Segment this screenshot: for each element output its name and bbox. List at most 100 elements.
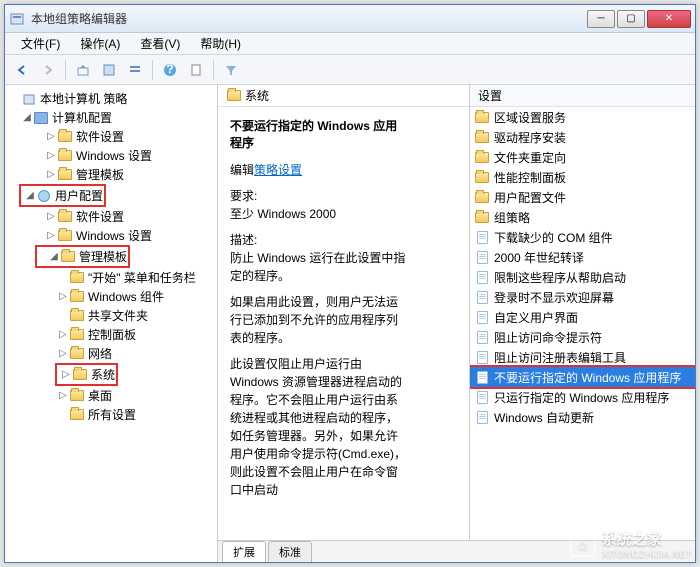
help-icon[interactable]: ? xyxy=(159,59,181,81)
settings-item-label: 组策略 xyxy=(494,209,530,226)
edit-line: 编辑策略设置 xyxy=(230,161,406,179)
tree-system[interactable]: ▷ 系统 xyxy=(58,365,115,384)
folder-icon xyxy=(57,149,73,163)
folder-icon xyxy=(69,309,85,323)
document-icon xyxy=(474,410,490,424)
back-button[interactable] xyxy=(11,59,33,81)
window-buttons: ─ ▢ ✕ xyxy=(587,10,691,28)
tree-pane[interactable]: 本地计算机 策略 ◢计算机配置 ▷软件设置 ▷Windows 设置 ▷管理模板 … xyxy=(5,85,218,562)
tree-win-components[interactable]: ▷Windows 组件 xyxy=(7,287,215,306)
properties-icon[interactable] xyxy=(185,59,207,81)
close-button[interactable]: ✕ xyxy=(647,10,691,28)
toolbar: ? xyxy=(5,55,695,85)
document-icon xyxy=(474,350,490,364)
tree-desktop[interactable]: ▷ 桌面 xyxy=(7,386,215,405)
settings-item[interactable]: 只运行指定的 Windows 应用程序 xyxy=(470,387,695,407)
tab-extended[interactable]: 扩展 xyxy=(222,541,266,562)
menu-file[interactable]: 文件(F) xyxy=(11,33,70,54)
settings-item[interactable]: 登录时不显示欢迎屏幕 xyxy=(470,287,695,307)
settings-item[interactable]: 用户配置文件 xyxy=(470,187,695,207)
expand-icon[interactable]: ▷ xyxy=(45,131,57,142)
expand-icon[interactable]: ▷ xyxy=(57,329,69,340)
settings-item[interactable]: 文件夹重定向 xyxy=(470,147,695,167)
settings-list: 设置 区域设置服务驱动程序安装文件夹重定向性能控制面板用户配置文件组策略下载缺少… xyxy=(469,85,695,540)
tree-network[interactable]: ▷网络 xyxy=(7,344,215,363)
tree-label: 系统 xyxy=(91,366,115,383)
settings-item[interactable]: 性能控制面板 xyxy=(470,167,695,187)
toolbar-separator xyxy=(213,60,214,80)
forward-button[interactable] xyxy=(37,59,59,81)
desc-label: 描述: xyxy=(230,231,406,249)
settings-item[interactable]: 自定义用户界面 xyxy=(470,307,695,327)
menu-view[interactable]: 查看(V) xyxy=(130,33,190,54)
settings-item[interactable]: 驱动程序安装 xyxy=(470,127,695,147)
expand-icon[interactable]: ▷ xyxy=(57,348,69,359)
tree-uc-windows[interactable]: ▷ Windows 设置 xyxy=(7,226,215,245)
settings-item[interactable]: Windows 自动更新 xyxy=(470,407,695,427)
computer-icon xyxy=(33,111,49,125)
filter-icon[interactable] xyxy=(220,59,242,81)
content-header-label: 系统 xyxy=(245,87,269,104)
tree-uc-admin[interactable]: ◢管理模板 xyxy=(38,247,127,266)
list-icon[interactable] xyxy=(98,59,120,81)
settings-item[interactable]: 区域设置服务 xyxy=(470,107,695,127)
collapse-icon[interactable]: ◢ xyxy=(24,190,36,201)
settings-item-label: 驱动程序安装 xyxy=(494,129,566,146)
collapse-icon[interactable]: ◢ xyxy=(48,251,60,262)
document-icon xyxy=(474,290,490,304)
tree-label: 计算机配置 xyxy=(52,109,112,126)
settings-item[interactable]: 组策略 xyxy=(470,207,695,227)
highlight-box: ◢管理模板 xyxy=(35,245,130,268)
minimize-button[interactable]: ─ xyxy=(587,10,615,28)
tree-user-config[interactable]: ◢用户配置 xyxy=(22,186,103,205)
folder-icon xyxy=(72,368,88,382)
expand-icon[interactable]: ▷ xyxy=(57,291,69,302)
expand-icon[interactable]: ▷ xyxy=(57,390,69,401)
tree-all-settings[interactable]: 所有设置 xyxy=(7,405,215,424)
tree-label: 软件设置 xyxy=(76,208,124,225)
settings-item-label: 只运行指定的 Windows 应用程序 xyxy=(494,389,669,406)
tree-cc-software[interactable]: ▷ 软件设置 xyxy=(7,127,215,146)
expand-icon[interactable]: ▷ xyxy=(45,169,57,180)
folder-icon xyxy=(60,250,76,264)
maximize-button[interactable]: ▢ xyxy=(617,10,645,28)
tree-label: 桌面 xyxy=(88,387,112,404)
tree-label: 软件设置 xyxy=(76,128,124,145)
tree-computer-config[interactable]: ◢ 计算机配置 xyxy=(7,108,215,127)
description: 描述: 防止 Windows 运行在此设置中指定的程序。 xyxy=(230,231,406,285)
expand-icon[interactable]: ▷ xyxy=(45,150,57,161)
expand-icon[interactable]: ▷ xyxy=(45,230,57,241)
folder-icon xyxy=(69,328,85,342)
settings-item[interactable]: 阻止访问命令提示符 xyxy=(470,327,695,347)
req-value: 至少 Windows 2000 xyxy=(230,205,406,223)
folder-icon xyxy=(69,347,85,361)
app-window: 本地组策略编辑器 ─ ▢ ✕ 文件(F) 操作(A) 查看(V) 帮助(H) ?… xyxy=(4,4,696,563)
tree-cc-windows[interactable]: ▷Windows 设置 xyxy=(7,146,215,165)
tab-standard[interactable]: 标准 xyxy=(268,541,312,562)
edit-policy-link[interactable]: 策略设置 xyxy=(254,163,302,177)
settings-scroll[interactable]: 区域设置服务驱动程序安装文件夹重定向性能控制面板用户配置文件组策略下载缺少的 C… xyxy=(470,107,695,540)
folder-icon xyxy=(57,168,73,182)
tree-cc-admin[interactable]: ▷管理模板 xyxy=(7,165,215,184)
settings-item[interactable]: 限制这些程序从帮助启动 xyxy=(470,267,695,287)
tree-shared-folders[interactable]: 共享文件夹 xyxy=(7,306,215,325)
menu-help[interactable]: 帮助(H) xyxy=(190,33,251,54)
window-title: 本地组策略编辑器 xyxy=(31,10,587,27)
menu-action[interactable]: 操作(A) xyxy=(70,33,130,54)
tree-root[interactable]: 本地计算机 策略 xyxy=(7,89,215,108)
settings-item[interactable]: 阻止访问注册表编辑工具 xyxy=(470,347,695,367)
tree-label: Windows 设置 xyxy=(76,227,152,244)
up-button[interactable] xyxy=(72,59,94,81)
tree-control-panel[interactable]: ▷控制面板 xyxy=(7,325,215,344)
expand-icon[interactable]: ▷ xyxy=(60,369,72,380)
tree-uc-software[interactable]: ▷ 软件设置 xyxy=(7,207,215,226)
detail-icon[interactable] xyxy=(124,59,146,81)
tree-start-taskbar[interactable]: "开始" 菜单和任务栏 xyxy=(7,268,215,287)
settings-item[interactable]: 2000 年世纪转译 xyxy=(470,247,695,267)
collapse-icon[interactable]: ◢ xyxy=(21,112,33,123)
expand-icon[interactable]: ▷ xyxy=(45,211,57,222)
folder-icon xyxy=(57,229,73,243)
settings-item[interactable]: 不要运行指定的 Windows 应用程序 xyxy=(470,367,695,387)
settings-item[interactable]: 下载缺少的 COM 组件 xyxy=(470,227,695,247)
settings-item-label: 下载缺少的 COM 组件 xyxy=(494,229,613,246)
